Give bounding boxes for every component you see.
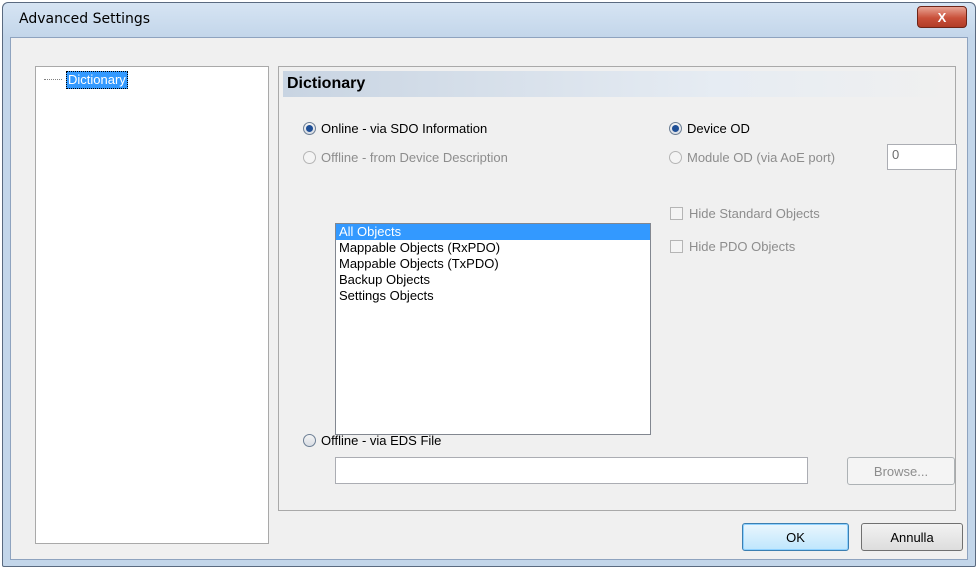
close-icon: X bbox=[937, 9, 947, 25]
hide-standard-objects-label: Hide Standard Objects bbox=[689, 205, 820, 221]
module-port-input[interactable]: 0 bbox=[887, 144, 957, 170]
hide-standard-objects-checkbox[interactable]: Hide Standard Objects bbox=[670, 204, 820, 222]
settings-tree: Dictionary bbox=[35, 66, 269, 544]
listbox-item-backup-objects[interactable]: Backup Objects bbox=[336, 272, 650, 288]
radio-unchecked-icon bbox=[669, 150, 682, 164]
advanced-settings-window: Advanced Settings X Dictionary Dictionar… bbox=[2, 2, 976, 567]
listbox-item-mappable-txpdo[interactable]: Mappable Objects (TxPDO) bbox=[336, 256, 650, 272]
checkbox-icon bbox=[670, 239, 683, 253]
offline-device-description-radio[interactable]: Offline - from Device Description bbox=[303, 148, 508, 166]
device-od-label: Device OD bbox=[687, 120, 750, 136]
online-sdo-radio[interactable]: Online - via SDO Information bbox=[303, 119, 487, 137]
listbox-item-all-objects[interactable]: All Objects bbox=[336, 224, 650, 240]
module-od-label: Module OD (via AoE port) bbox=[687, 149, 836, 165]
radio-checked-icon bbox=[303, 121, 316, 135]
tree-item-dictionary[interactable]: Dictionary bbox=[66, 71, 128, 89]
eds-file-path-input[interactable] bbox=[335, 457, 808, 484]
device-od-radio[interactable]: Device OD bbox=[669, 119, 750, 137]
close-button[interactable]: X bbox=[917, 6, 967, 28]
hide-pdo-objects-label: Hide PDO Objects bbox=[689, 238, 796, 254]
object-filter-listbox[interactable]: All Objects Mappable Objects (RxPDO) Map… bbox=[335, 223, 651, 435]
dialog-client-area: Dictionary Dictionary Online - via SDO I… bbox=[10, 37, 968, 560]
hide-pdo-objects-checkbox[interactable]: Hide PDO Objects bbox=[670, 237, 795, 255]
listbox-item-settings-objects[interactable]: Settings Objects bbox=[336, 288, 650, 304]
cancel-button[interactable]: Annulla bbox=[861, 523, 963, 551]
offline-eds-label: Offline - via EDS File bbox=[321, 432, 442, 448]
tree-connector-line bbox=[44, 79, 62, 80]
window-title: Advanced Settings bbox=[19, 11, 151, 27]
browse-button[interactable]: Browse... bbox=[847, 457, 955, 485]
radio-unchecked-icon bbox=[303, 433, 316, 447]
radio-checked-icon bbox=[669, 121, 682, 135]
listbox-item-mappable-rxpdo[interactable]: Mappable Objects (RxPDO) bbox=[336, 240, 650, 256]
panel-header: Dictionary bbox=[283, 71, 951, 97]
offline-eds-radio[interactable]: Offline - via EDS File bbox=[303, 431, 441, 449]
module-od-radio[interactable]: Module OD (via AoE port) bbox=[669, 148, 835, 166]
online-sdo-label: Online - via SDO Information bbox=[321, 120, 488, 136]
radio-unchecked-icon bbox=[303, 150, 316, 164]
title-bar[interactable]: Advanced Settings X bbox=[3, 3, 975, 37]
dictionary-panel: Dictionary Online - via SDO Information … bbox=[278, 66, 957, 511]
offline-device-description-label: Offline - from Device Description bbox=[321, 149, 508, 165]
ok-button[interactable]: OK bbox=[742, 523, 849, 551]
checkbox-icon bbox=[670, 206, 683, 220]
